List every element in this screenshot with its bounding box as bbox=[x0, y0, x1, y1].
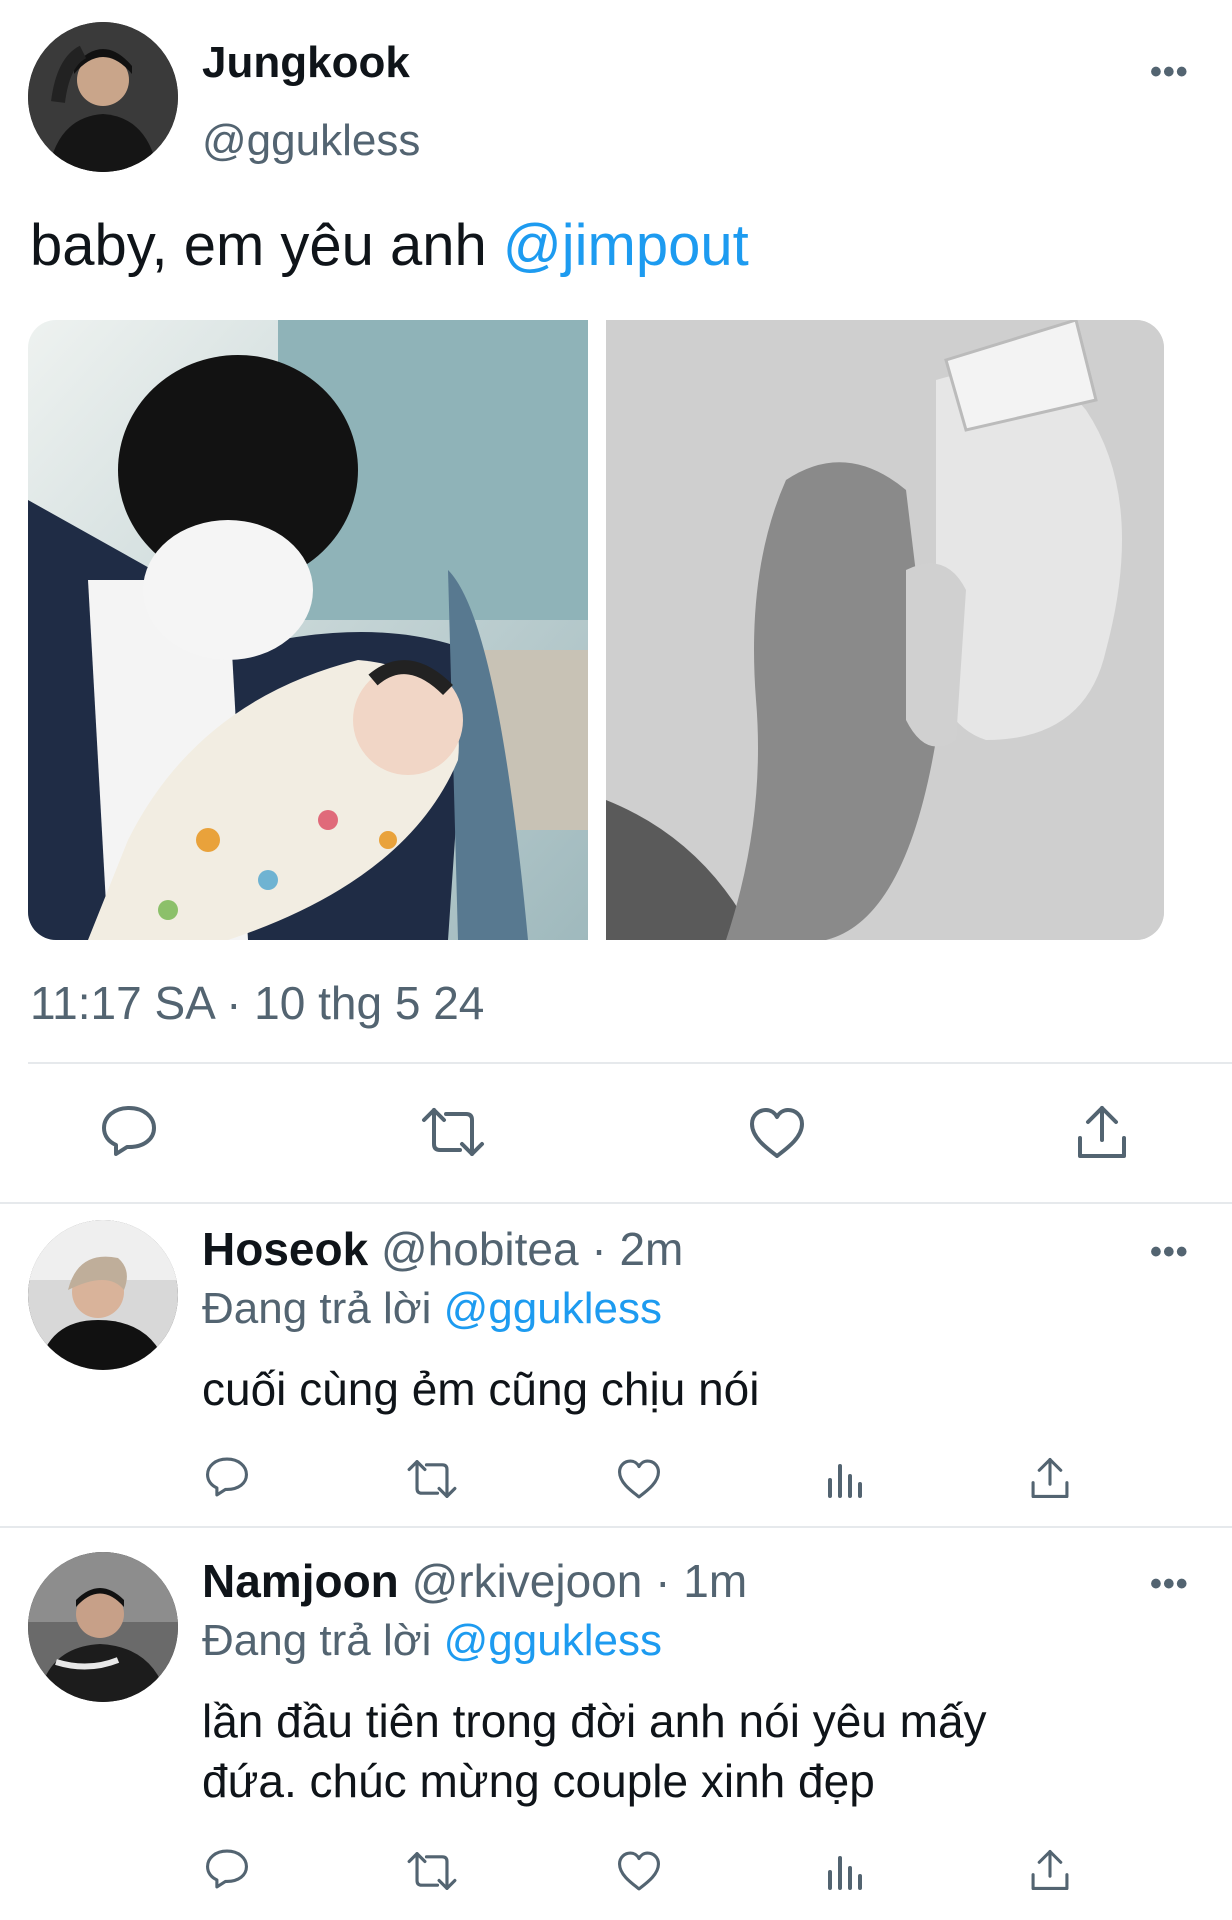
avatar[interactable] bbox=[28, 22, 178, 172]
reply-header: Hoseok @hobitea · 2m bbox=[202, 1222, 683, 1276]
replying-prefix: Đang trả lời bbox=[202, 1284, 444, 1333]
replying-prefix: Đang trả lời bbox=[202, 1616, 444, 1665]
retweet-icon[interactable] bbox=[406, 1850, 458, 1892]
more-icon[interactable]: ••• bbox=[1150, 55, 1189, 89]
analytics-icon[interactable] bbox=[826, 1460, 866, 1500]
avatar[interactable] bbox=[28, 1552, 178, 1702]
share-icon[interactable] bbox=[1030, 1848, 1070, 1892]
reply-time[interactable]: · 1m bbox=[655, 1555, 747, 1607]
display-name[interactable]: Hoseok bbox=[202, 1223, 368, 1275]
avatar-image bbox=[28, 1552, 178, 1702]
display-name[interactable]: Jungkook bbox=[202, 38, 410, 88]
reply-header: Namjoon @rkivejoon · 1m bbox=[202, 1554, 747, 1608]
handle[interactable]: @rkivejoon bbox=[412, 1555, 643, 1607]
divider bbox=[0, 1526, 1232, 1528]
reply-icon[interactable] bbox=[204, 1848, 250, 1890]
replying-to: Đang trả lời @ggukless bbox=[202, 1616, 662, 1666]
share-icon[interactable] bbox=[1030, 1456, 1070, 1500]
avatar-image bbox=[28, 1220, 178, 1370]
photo-man-holding-baby[interactable] bbox=[28, 320, 588, 940]
divider bbox=[28, 1062, 1232, 1064]
like-icon[interactable] bbox=[616, 1850, 662, 1892]
like-icon[interactable] bbox=[748, 1106, 806, 1160]
mention-link[interactable]: @jimpout bbox=[503, 213, 749, 278]
retweet-icon[interactable] bbox=[420, 1106, 486, 1158]
tweet-text: baby, em yêu anh @jimpout bbox=[30, 212, 749, 279]
more-icon[interactable]: ••• bbox=[1150, 1235, 1189, 1269]
reply-icon[interactable] bbox=[100, 1104, 158, 1158]
like-icon[interactable] bbox=[616, 1458, 662, 1500]
tweet-body: baby, em yêu anh bbox=[30, 213, 503, 278]
photo-holding-hands-bw[interactable] bbox=[606, 320, 1164, 940]
avatar-image bbox=[28, 22, 178, 172]
photo-man-holding-baby-image bbox=[28, 320, 588, 940]
handle[interactable]: @hobitea bbox=[381, 1223, 579, 1275]
photo-holding-hands-bw-image bbox=[606, 320, 1164, 940]
reply-time[interactable]: · 2m bbox=[591, 1223, 683, 1275]
divider bbox=[0, 1202, 1232, 1204]
share-icon[interactable] bbox=[1076, 1104, 1128, 1160]
replying-to-link[interactable]: @ggukless bbox=[444, 1284, 662, 1333]
avatar[interactable] bbox=[28, 1220, 178, 1370]
replying-to-link[interactable]: @ggukless bbox=[444, 1616, 662, 1665]
reply-text-line-2: đứa. chúc mừng couple xinh đẹp bbox=[202, 1755, 875, 1807]
retweet-icon[interactable] bbox=[406, 1458, 458, 1500]
display-name[interactable]: Namjoon bbox=[202, 1555, 399, 1607]
handle[interactable]: @ggukless bbox=[202, 116, 420, 166]
reply-icon[interactable] bbox=[204, 1456, 250, 1498]
analytics-icon[interactable] bbox=[826, 1852, 866, 1892]
reply-text-line-1: lần đầu tiên trong đời anh nói yêu mấy bbox=[202, 1695, 987, 1747]
tweet-timestamp: 11:17 SA · 10 thg 5 24 bbox=[30, 977, 485, 1029]
replying-to: Đang trả lời @ggukless bbox=[202, 1284, 662, 1334]
reply-text: cuối cùng ẻm cũng chịu nói bbox=[202, 1363, 760, 1415]
more-icon[interactable]: ••• bbox=[1150, 1567, 1189, 1601]
